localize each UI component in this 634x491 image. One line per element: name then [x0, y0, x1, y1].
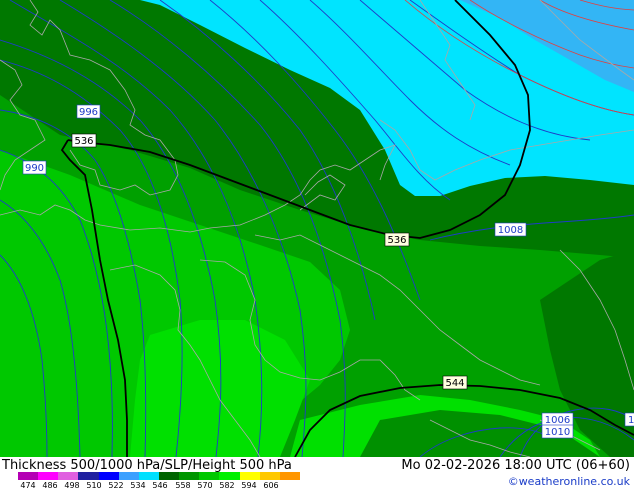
legend-tick-label: 570 — [197, 481, 213, 490]
legend-swatch — [98, 472, 120, 480]
credit-link[interactable]: ©weatheronline.co.uk — [508, 475, 630, 488]
legend-swatch — [179, 472, 200, 480]
legend-tick-label: 594 — [241, 481, 257, 490]
height-label-text: 536 — [74, 136, 93, 147]
height-label-text: 544 — [445, 378, 464, 389]
legend-swatch — [199, 472, 220, 480]
color-legend — [18, 472, 301, 480]
height-label: 536 — [384, 232, 410, 247]
valid-datetime: Mo 02-02-2026 18:00 UTC (06+60) — [401, 458, 630, 473]
legend-swatch — [259, 472, 281, 480]
legend-swatch — [38, 472, 59, 480]
legend-swatch — [279, 472, 301, 480]
isobar-label-text: 1010 — [545, 427, 570, 438]
legend-tick-label: 486 — [42, 481, 58, 490]
legend-tick-label: 498 — [64, 481, 80, 490]
legend-tick-label: 510 — [86, 481, 102, 490]
map-canvas: 996 990 1008 1006 1010 1 536 536 544 — [0, 0, 634, 457]
legend-tick-label: 582 — [219, 481, 235, 490]
legend-swatch — [138, 472, 160, 480]
legend-swatch — [159, 472, 180, 480]
isobar-label: 1006 — [541, 412, 574, 427]
thickness-band-lime — [130, 320, 310, 457]
isobar-label: 996 — [76, 104, 101, 119]
weather-map: 996 990 1008 1006 1010 1 536 536 544 — [0, 0, 634, 457]
legend-swatch — [78, 472, 100, 480]
map-footer: Thickness 500/1000 hPa/SLP/Height 500 hP… — [0, 457, 634, 490]
height-label-text: 536 — [387, 235, 406, 246]
isobar-label: 1008 — [494, 222, 527, 237]
map-title: Thickness 500/1000 hPa/SLP/Height 500 hP… — [2, 458, 292, 473]
isobar-label-text: 1008 — [498, 225, 523, 236]
legend-swatch — [18, 472, 39, 480]
isobar-label-text: 1 — [628, 415, 634, 426]
legend-swatch — [58, 472, 79, 480]
legend-swatch — [239, 472, 261, 480]
isobar-label: 1010 — [541, 424, 574, 439]
legend-tick-label: 606 — [263, 481, 279, 490]
isobar-label-text: 990 — [25, 163, 44, 174]
height-label: 544 — [442, 375, 468, 390]
legend-swatch — [118, 472, 140, 480]
isobar-label-text: 996 — [79, 107, 98, 118]
isobar-label-text: 1006 — [545, 415, 570, 426]
legend-tick-label: 522 — [108, 481, 124, 490]
isobar-label: 990 — [22, 160, 47, 175]
isobar-label: 1 — [624, 412, 634, 427]
height-label: 536 — [71, 133, 97, 148]
legend-swatch — [219, 472, 241, 480]
legend-tick-label: 534 — [130, 481, 146, 490]
legend-tick-label: 546 — [152, 481, 168, 490]
legend-tick-label: 474 — [20, 481, 36, 490]
legend-tick-label: 558 — [175, 481, 191, 490]
